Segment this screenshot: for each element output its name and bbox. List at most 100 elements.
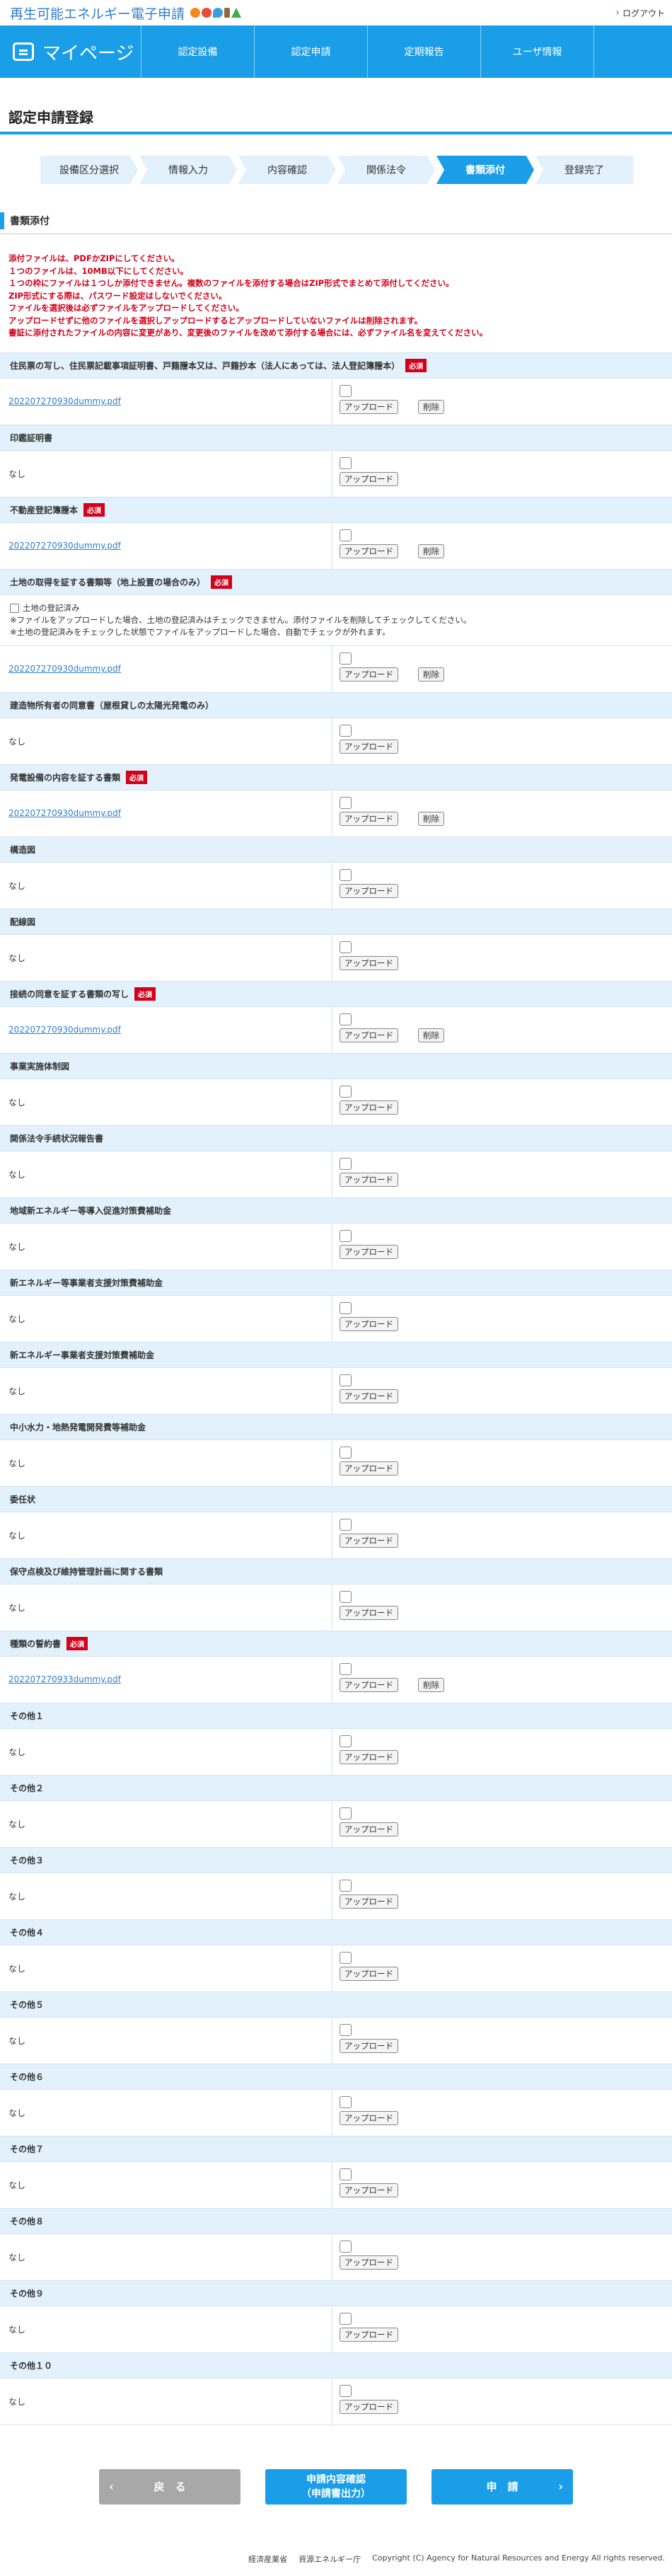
upload-button[interactable]: アップロード [340, 2399, 398, 2414]
attached-file-link[interactable]: 202207270930dummy.pdf [8, 541, 121, 551]
file-select-checkbox[interactable] [340, 1446, 352, 1459]
upload-button[interactable]: アップロード [340, 1822, 398, 1836]
upload-button[interactable]: アップロード [340, 1100, 398, 1115]
document-file-cell: なし [0, 1439, 332, 1486]
attached-file-link[interactable]: 202207270930dummy.pdf [8, 808, 121, 818]
attached-file-link[interactable]: 20220727093​0dummy.pdf [8, 396, 121, 406]
document-file-cell: なし [0, 2161, 332, 2208]
file-select-checkbox[interactable] [340, 1085, 352, 1098]
upload-button[interactable]: アップロード [340, 2038, 398, 2053]
upload-button[interactable]: アップロード [340, 1894, 398, 1909]
no-file-text: なし [8, 1313, 26, 1324]
file-select-checkbox[interactable] [340, 652, 352, 665]
document-upload-row: なし アップロード [0, 1584, 672, 1631]
document-title-row: 地域新エネルギー等導入促進対策費補助金 [0, 1197, 672, 1224]
file-select-checkbox[interactable] [340, 941, 352, 953]
upload-button[interactable]: アップロード [340, 471, 398, 486]
upload-button[interactable]: アップロード [340, 1244, 398, 1259]
file-select-checkbox[interactable] [340, 2168, 352, 2180]
delete-button[interactable]: 削除 [418, 1028, 444, 1042]
document-title: その他８ [10, 2216, 45, 2226]
site-logo[interactable]: 再生可能エネルギー電子申請 [10, 4, 242, 23]
file-select-checkbox[interactable] [340, 1807, 352, 1819]
file-select-checkbox[interactable] [340, 529, 352, 541]
file-select-checkbox[interactable] [340, 1157, 352, 1170]
upload-button[interactable]: アップロード [340, 1461, 398, 1476]
delete-button[interactable]: 削除 [418, 811, 444, 826]
file-select-checkbox[interactable] [340, 2312, 352, 2325]
checkbox-icon[interactable] [10, 603, 19, 613]
document-action-cell: アップロード [332, 2234, 672, 2280]
file-select-checkbox[interactable] [340, 2240, 352, 2253]
confirm-application-button[interactable]: 申請内容確認 （申請書出力） [265, 2469, 407, 2505]
delete-button[interactable]: 削除 [418, 399, 444, 414]
document-title: その他１０ [10, 2360, 53, 2371]
file-select-checkbox[interactable] [340, 1590, 352, 1603]
note-line: １つのファイルは、10MB以下にしてください。 [8, 265, 189, 276]
file-select-checkbox[interactable] [340, 1662, 352, 1675]
file-select-checkbox[interactable] [340, 2023, 352, 2036]
document-title-row: 構造図 [0, 836, 672, 863]
file-select-checkbox[interactable] [340, 384, 352, 397]
upload-button[interactable]: アップロード [340, 1172, 398, 1187]
upload-button[interactable]: アップロード [340, 739, 398, 754]
upload-button[interactable]: アップロード [340, 2327, 398, 2342]
upload-button[interactable]: アップロード [340, 1028, 398, 1042]
upload-button[interactable]: アップロード [340, 955, 398, 970]
upload-button[interactable]: アップロード [340, 811, 398, 826]
delete-button[interactable]: 削除 [418, 544, 444, 558]
upload-button[interactable]: アップロード [340, 2183, 398, 2197]
delete-button[interactable]: 削除 [418, 667, 444, 682]
upload-button[interactable]: アップロード [340, 883, 398, 898]
upload-button[interactable]: アップロード [340, 1749, 398, 1764]
upload-button[interactable]: アップロード [340, 1605, 398, 1620]
document-title-row: その他９ [0, 2280, 672, 2306]
logout-link[interactable]: › ログアウト [615, 7, 665, 19]
document-title: 地域新エネルギー等導入促進対策費補助金 [10, 1205, 172, 1216]
apply-button[interactable]: 申 請 › [431, 2469, 573, 2505]
nav-item-certification-application[interactable]: 認定申請 [255, 25, 368, 78]
nav-mypage[interactable]: マイページ [0, 25, 141, 78]
upload-button[interactable]: アップロード [340, 544, 398, 558]
file-select-checkbox[interactable] [340, 1879, 352, 1892]
upload-button[interactable]: アップロード [340, 1677, 398, 1692]
document-title: その他５ [10, 1999, 45, 2010]
land-registered-checkbox[interactable]: 土地の登記済み [10, 602, 672, 614]
document-action-cell: アップロード [332, 2090, 672, 2136]
upload-button[interactable]: アップロード [340, 1533, 398, 1548]
file-select-checkbox[interactable] [340, 1013, 352, 1025]
upload-button[interactable]: アップロード [340, 399, 398, 414]
file-select-checkbox[interactable] [340, 796, 352, 809]
file-select-checkbox[interactable] [340, 1951, 352, 1964]
step-laws: 関係法令 [337, 156, 435, 184]
file-select-checkbox[interactable] [340, 1735, 352, 1747]
document-upload-row: なし アップロード [0, 450, 672, 498]
upload-button[interactable]: アップロード [340, 2255, 398, 2270]
file-select-checkbox[interactable] [340, 868, 352, 881]
upload-button[interactable]: アップロード [340, 1316, 398, 1331]
upload-button[interactable]: アップロード [340, 2110, 398, 2125]
file-select-checkbox[interactable] [340, 1301, 352, 1314]
nav-item-user-info[interactable]: ユーザ情報 [481, 25, 594, 78]
document-action-cell: アップロード [332, 1729, 672, 1775]
delete-button[interactable]: 削除 [418, 1677, 444, 1692]
document-title-row: 住民票の写し、住民票記載事項証明書、戸籍謄本又は、戸籍抄本（法人にあっては、法人… [0, 352, 672, 379]
attached-file-link[interactable]: 202207270930dummy.pdf [8, 1025, 121, 1035]
upload-button[interactable]: アップロード [340, 1966, 398, 1981]
file-select-checkbox[interactable] [340, 1374, 352, 1386]
attached-file-link[interactable]: 202207270930dummy.pdf [8, 664, 121, 674]
upload-button[interactable]: アップロード [340, 667, 398, 682]
back-button[interactable]: ‹ 戻 る [99, 2469, 241, 2505]
file-select-checkbox[interactable] [340, 2384, 352, 2397]
step-attach-documents: 書類添付 [436, 156, 534, 184]
file-select-checkbox[interactable] [340, 2095, 352, 2108]
nav-item-certified-equipment[interactable]: 認定設備 [141, 25, 255, 78]
nav-item-periodic-report[interactable]: 定期報告 [368, 25, 481, 78]
file-select-checkbox[interactable] [340, 1518, 352, 1531]
file-select-checkbox[interactable] [340, 456, 352, 469]
document-upload-row: なし アップロード [0, 718, 672, 765]
file-select-checkbox[interactable] [340, 1229, 352, 1242]
upload-button[interactable]: アップロード [340, 1388, 398, 1403]
file-select-checkbox[interactable] [340, 724, 352, 737]
attached-file-link[interactable]: 202207270933dummy.pdf [8, 1674, 121, 1684]
